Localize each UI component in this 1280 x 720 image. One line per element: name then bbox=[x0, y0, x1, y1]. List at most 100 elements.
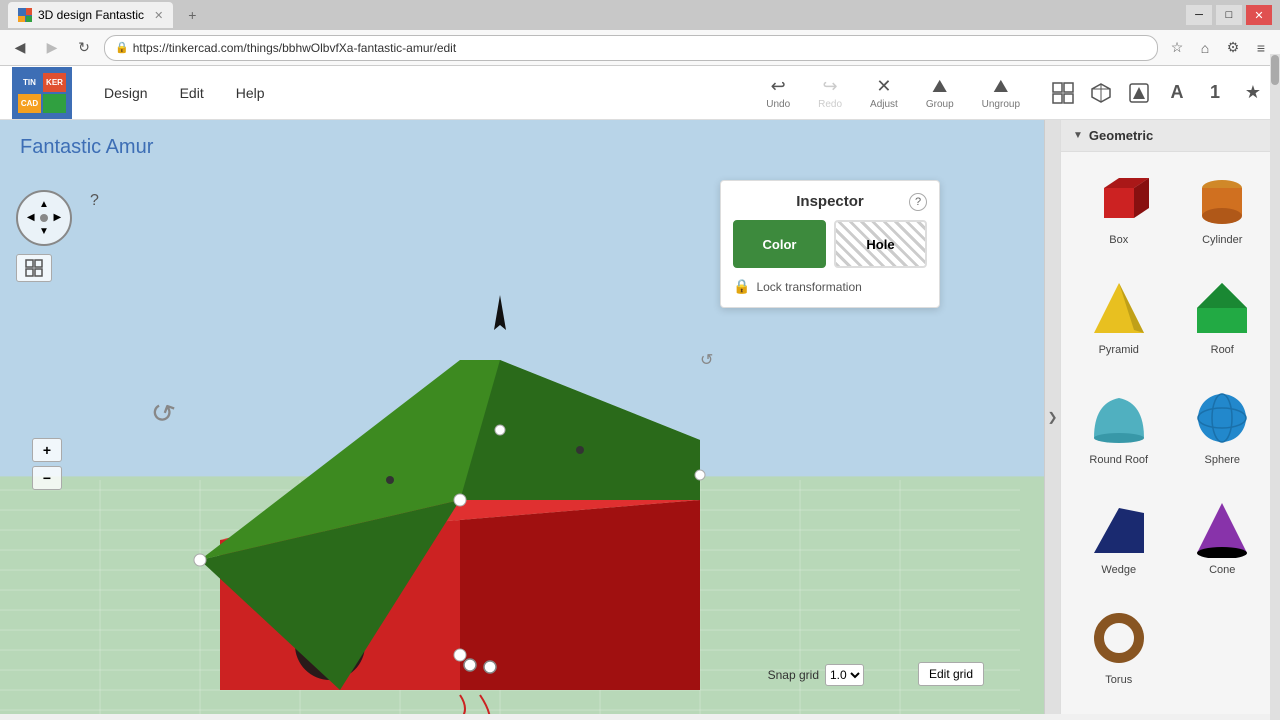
snap-grid-select[interactable]: 1.0 bbox=[825, 664, 864, 686]
shape-pyramid[interactable]: Pyramid bbox=[1071, 272, 1167, 374]
shape-torus[interactable]: Torus bbox=[1071, 602, 1167, 704]
ungroup-icon: ⛰ bbox=[993, 76, 1008, 97]
cylinder-label: Cylinder bbox=[1202, 234, 1242, 246]
scrollbar-track[interactable] bbox=[1270, 120, 1280, 714]
star-favorites-icon[interactable]: ★ bbox=[1238, 78, 1268, 108]
handle-4[interactable] bbox=[695, 470, 705, 480]
group-button[interactable]: ⛰ Group bbox=[918, 72, 962, 114]
collapse-handle[interactable]: ❯ bbox=[1044, 120, 1060, 714]
shape-round-roof[interactable]: Round Roof bbox=[1071, 382, 1167, 484]
grid-icon[interactable] bbox=[1048, 78, 1078, 108]
menu-design[interactable]: Design bbox=[88, 77, 164, 109]
menu-icon[interactable]: ≡ bbox=[1250, 37, 1272, 59]
group-icon: ⛰ bbox=[932, 76, 947, 97]
ungroup-button[interactable]: ⛰ Ungroup bbox=[974, 72, 1028, 114]
shape-cylinder[interactable]: Cylinder bbox=[1175, 162, 1271, 264]
forward-button[interactable]: ▶ bbox=[40, 36, 64, 60]
roof-shape-icon bbox=[1190, 276, 1254, 340]
rotate-handle[interactable] bbox=[464, 659, 476, 671]
edit-grid-button[interactable]: Edit grid bbox=[918, 662, 984, 686]
group-label: Group bbox=[926, 99, 954, 110]
title-bar: 3D design Fantastic ✕ + ─ □ ✕ bbox=[0, 0, 1280, 30]
pan-right[interactable]: ▶ bbox=[51, 211, 64, 224]
tab-close-icon[interactable]: ✕ bbox=[154, 9, 163, 22]
new-tab-button[interactable]: + bbox=[179, 2, 205, 28]
inspector-options: Color Hole bbox=[733, 220, 927, 268]
hole-option[interactable]: Hole bbox=[834, 220, 927, 268]
undo-icon: ↩ bbox=[771, 76, 786, 97]
snap-grid-label: Snap grid bbox=[768, 668, 819, 682]
undo-label: Undo bbox=[766, 99, 790, 110]
inspector-help-button[interactable]: ? bbox=[909, 193, 927, 211]
roof-label: Roof bbox=[1211, 344, 1234, 356]
browser-icons: ☆ ⌂ ⚙ ≡ bbox=[1166, 37, 1272, 59]
app-container: TIN KER CAD Design Edit Help ↩ Undo ↪ Re… bbox=[0, 66, 1280, 714]
ungroup-label: Ungroup bbox=[982, 99, 1020, 110]
pan-down[interactable]: ▼ bbox=[37, 225, 50, 238]
back-button[interactable]: ◀ bbox=[8, 36, 32, 60]
cone-label: Cone bbox=[1209, 564, 1235, 576]
maximize-button[interactable]: □ bbox=[1216, 5, 1242, 25]
rotate-indicator: ↺ bbox=[700, 352, 713, 369]
tab-title: 3D design Fantastic bbox=[38, 8, 144, 22]
number-icon[interactable]: 1 bbox=[1200, 78, 1230, 108]
shape-icon[interactable] bbox=[1124, 78, 1154, 108]
star-icon[interactable]: ☆ bbox=[1166, 37, 1188, 59]
menu-edit[interactable]: Edit bbox=[164, 77, 220, 109]
adjust-button[interactable]: ✕ Adjust bbox=[862, 72, 906, 114]
shape-sphere[interactable]: Sphere bbox=[1175, 382, 1271, 484]
tinkercad-logo[interactable]: TIN KER CAD bbox=[12, 67, 72, 119]
help-icon[interactable]: ? bbox=[90, 192, 99, 210]
cube-icon[interactable] bbox=[1086, 78, 1116, 108]
toolbar-right-icons: A 1 ★ bbox=[1048, 78, 1268, 108]
extensions-icon[interactable]: ⚙ bbox=[1222, 37, 1244, 59]
handle-1[interactable] bbox=[454, 494, 466, 506]
adjust-icon: ✕ bbox=[876, 76, 891, 97]
refresh-button[interactable]: ↻ bbox=[72, 36, 96, 60]
cylinder-shape-icon bbox=[1190, 166, 1254, 230]
compass-control[interactable]: ▲ ◀ ▶ ▼ bbox=[16, 190, 72, 246]
rotate-handle-2[interactable] bbox=[484, 661, 496, 673]
handle-2[interactable] bbox=[454, 649, 466, 661]
box-shape-icon bbox=[1087, 166, 1151, 230]
color-option[interactable]: Color bbox=[733, 220, 826, 268]
lock-icon: 🔒 bbox=[733, 278, 750, 295]
main-area: ↺ ↺ Fantastic Amur ? bbox=[0, 120, 1280, 714]
shape-cone[interactable]: Cone bbox=[1175, 492, 1271, 594]
viewport[interactable]: ↺ ↺ Fantastic Amur ? bbox=[0, 120, 1044, 714]
url-box[interactable]: 🔒 https://tinkercad.com/things/bbhwOlbvf… bbox=[104, 35, 1158, 61]
shape-box[interactable]: Box bbox=[1071, 162, 1167, 264]
shape-roof[interactable]: Roof bbox=[1175, 272, 1271, 374]
minimize-button[interactable]: ─ bbox=[1186, 5, 1212, 25]
undo-button[interactable]: ↩ Undo bbox=[758, 72, 798, 114]
tab-favicon bbox=[18, 8, 32, 22]
lock-transformation[interactable]: 🔒 Lock transformation bbox=[733, 278, 927, 295]
close-button[interactable]: ✕ bbox=[1246, 5, 1272, 25]
zoom-in-button[interactable]: + bbox=[32, 438, 62, 462]
handle-3[interactable] bbox=[194, 554, 206, 566]
project-title: Fantastic Amur bbox=[20, 136, 153, 159]
view-button[interactable] bbox=[16, 254, 52, 282]
url-text: https://tinkercad.com/things/bbhwOlbvfXa… bbox=[133, 41, 456, 55]
title-bar-left: 3D design Fantastic ✕ + bbox=[8, 2, 205, 28]
home-icon[interactable]: ⌂ bbox=[1194, 37, 1216, 59]
handle-center[interactable] bbox=[495, 425, 505, 435]
pyramid-shape-icon bbox=[1087, 276, 1151, 340]
text-icon[interactable]: A bbox=[1162, 78, 1192, 108]
round-roof-label: Round Roof bbox=[1089, 454, 1148, 466]
pan-up[interactable]: ▲ bbox=[37, 198, 50, 211]
zoom-out-button[interactable]: − bbox=[32, 466, 62, 490]
browser-tab[interactable]: 3D design Fantastic ✕ bbox=[8, 2, 173, 28]
round-roof-shape-icon bbox=[1087, 386, 1151, 450]
cone-shape-icon bbox=[1190, 496, 1254, 560]
shape-wedge[interactable]: Wedge bbox=[1071, 492, 1167, 594]
torus-shape-icon bbox=[1087, 606, 1151, 670]
wedge-shape-icon bbox=[1087, 496, 1151, 560]
toolbar-actions: ↩ Undo ↪ Redo ✕ Adjust ⛰ Group ⛰ Ungroup bbox=[758, 72, 1028, 114]
lock-label: Lock transformation bbox=[756, 280, 861, 294]
toolbar: TIN KER CAD Design Edit Help ↩ Undo ↪ Re… bbox=[0, 66, 1280, 120]
menu-help[interactable]: Help bbox=[220, 77, 281, 109]
redo-button[interactable]: ↪ Redo bbox=[810, 72, 850, 114]
pan-left[interactable]: ◀ bbox=[24, 211, 37, 224]
box-label: Box bbox=[1109, 234, 1128, 246]
